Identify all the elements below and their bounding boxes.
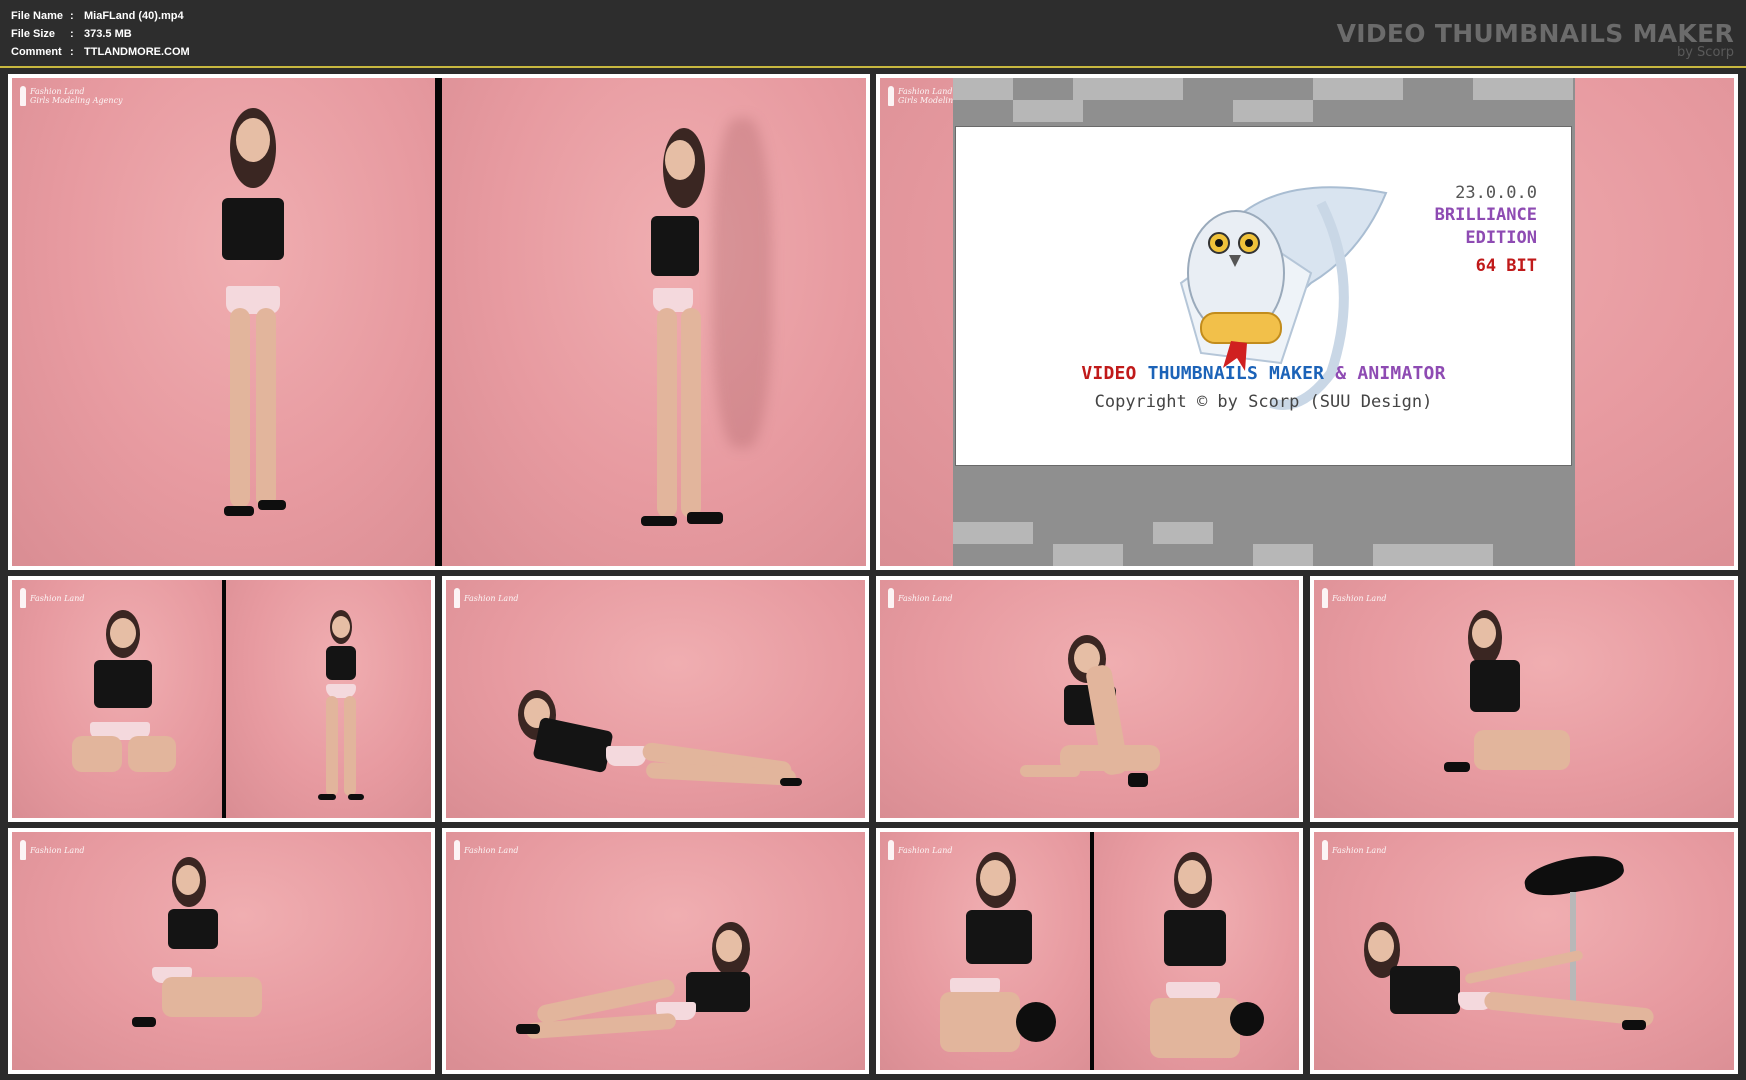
app-title: VIDEO THUMBNAILS MAKER & ANIMATOR	[956, 363, 1571, 384]
thumbnail-frame: Fashion Land Girls Modeling Agency	[12, 78, 866, 566]
watermark-icon	[454, 840, 460, 860]
watermark: Fashion Land Girls Modeling Agency	[20, 86, 123, 106]
watermark-icon	[1322, 840, 1328, 860]
watermark-icon	[454, 588, 460, 608]
title-word-2: THUMBNAILS MAKER	[1147, 363, 1325, 384]
model-figure	[627, 128, 737, 548]
watermark-icon	[1322, 588, 1328, 608]
thumbnail-9[interactable]: Fashion Land	[876, 828, 1303, 1074]
watermark: Fashion Land	[20, 588, 84, 608]
thumbnail-frame: Fashion Land	[446, 832, 865, 1070]
file-size-value: 373.5 MB	[84, 28, 132, 40]
thumbnail-frame: Fashion Land	[1314, 580, 1734, 818]
model-figure	[202, 108, 322, 528]
brand-logo: VIDEO THUMBNAILS MAKER by Scorp	[1337, 20, 1734, 60]
model-figure	[1354, 922, 1655, 1052]
watermark-icon	[888, 840, 894, 860]
split-divider	[435, 78, 442, 566]
watermark: Fashion Land	[1322, 840, 1386, 860]
title-word-3: & ANIMATOR	[1335, 363, 1446, 384]
file-size-row: File Size : 373.5 MB	[11, 25, 190, 43]
edition-line-1: BRILLIANCE	[1434, 205, 1537, 225]
watermark-icon	[888, 588, 894, 608]
model-figure	[312, 610, 372, 810]
file-name-label: File Name	[11, 10, 63, 22]
model-figure	[920, 852, 1060, 1070]
model-figure	[516, 922, 786, 1042]
thumbnail-frame: Fashion Land Girls Modeling Agency	[880, 78, 1734, 566]
file-name-row: File Name : MiaFLand (40).mp4	[11, 7, 190, 25]
watermark-icon	[888, 86, 894, 106]
watermark: Fashion Land	[1322, 588, 1386, 608]
version-info: 23.0.0.0 BRILLIANCE EDITION 64 BIT	[1435, 182, 1537, 278]
comment-row: Comment : TTLANDMORE.COM	[11, 43, 190, 61]
model-figure	[506, 690, 806, 790]
thumbnail-10[interactable]: Fashion Land	[1310, 828, 1738, 1074]
thumbnail-frame: Fashion Land	[12, 580, 431, 818]
model-figure	[1020, 635, 1190, 795]
thumbnail-2[interactable]: Fashion Land Girls Modeling Agency 23.0.…	[876, 74, 1738, 570]
brand-title: VIDEO THUMBNAILS MAKER	[1336, 19, 1734, 48]
model-figure	[72, 610, 182, 790]
header-divider	[0, 66, 1746, 68]
separator: :	[70, 10, 74, 22]
file-info: File Name : MiaFLand (40).mp4 File Size …	[11, 7, 190, 61]
watermark-icon	[20, 588, 26, 608]
thumbnail-7[interactable]: Fashion Land	[8, 828, 435, 1074]
version-number: 23.0.0.0	[1455, 183, 1537, 203]
watermark: Fashion Land	[454, 840, 518, 860]
file-size-label: File Size	[11, 28, 56, 40]
comment-value: TTLANDMORE.COM	[84, 46, 190, 58]
thumbnail-frame: Fashion Land	[880, 832, 1299, 1070]
watermark: Fashion Land	[454, 588, 518, 608]
watermark-icon	[20, 840, 26, 860]
thumbnail-5[interactable]: Fashion Land	[876, 576, 1303, 822]
thumbnail-4[interactable]: Fashion Land	[442, 576, 869, 822]
model-figure	[132, 857, 272, 1037]
thumbnail-frame: Fashion Land	[880, 580, 1299, 818]
copyright-text: Copyright © by Scorp (SUU Design)	[1094, 392, 1433, 412]
separator: :	[70, 46, 74, 58]
thumbnail-frame: Fashion Land	[1314, 832, 1734, 1070]
thumbnail-8[interactable]: Fashion Land	[442, 828, 869, 1074]
thumbnail-6[interactable]: Fashion Land	[1310, 576, 1738, 822]
brand-subtitle: by Scorp	[1676, 45, 1734, 60]
watermark: Fashion Land	[888, 588, 952, 608]
watermark-icon	[20, 86, 26, 106]
comment-label: Comment	[11, 46, 62, 58]
owl-icon	[1179, 186, 1388, 410]
info-header: File Name : MiaFLand (40).mp4 File Size …	[0, 0, 1746, 66]
model-figure	[1130, 852, 1270, 1070]
edition-line-2: EDITION	[1465, 228, 1537, 248]
thumbnail-frame: Fashion Land	[12, 832, 431, 1070]
thumbnail-3[interactable]: Fashion Land	[8, 576, 435, 822]
thumbnail-frame: Fashion Land	[446, 580, 865, 818]
bit-label: 64 BIT	[1475, 256, 1537, 276]
watermark: Fashion Land	[20, 840, 84, 860]
splash-card: 23.0.0.0 BRILLIANCE EDITION 64 BIT VIDEO…	[955, 126, 1572, 466]
model-figure	[1444, 610, 1574, 780]
thumbnail-1[interactable]: Fashion Land Girls Modeling Agency	[8, 74, 870, 570]
file-name-value: MiaFLand (40).mp4	[84, 10, 184, 22]
title-word-1: VIDEO	[1081, 363, 1137, 384]
separator: :	[70, 28, 74, 40]
